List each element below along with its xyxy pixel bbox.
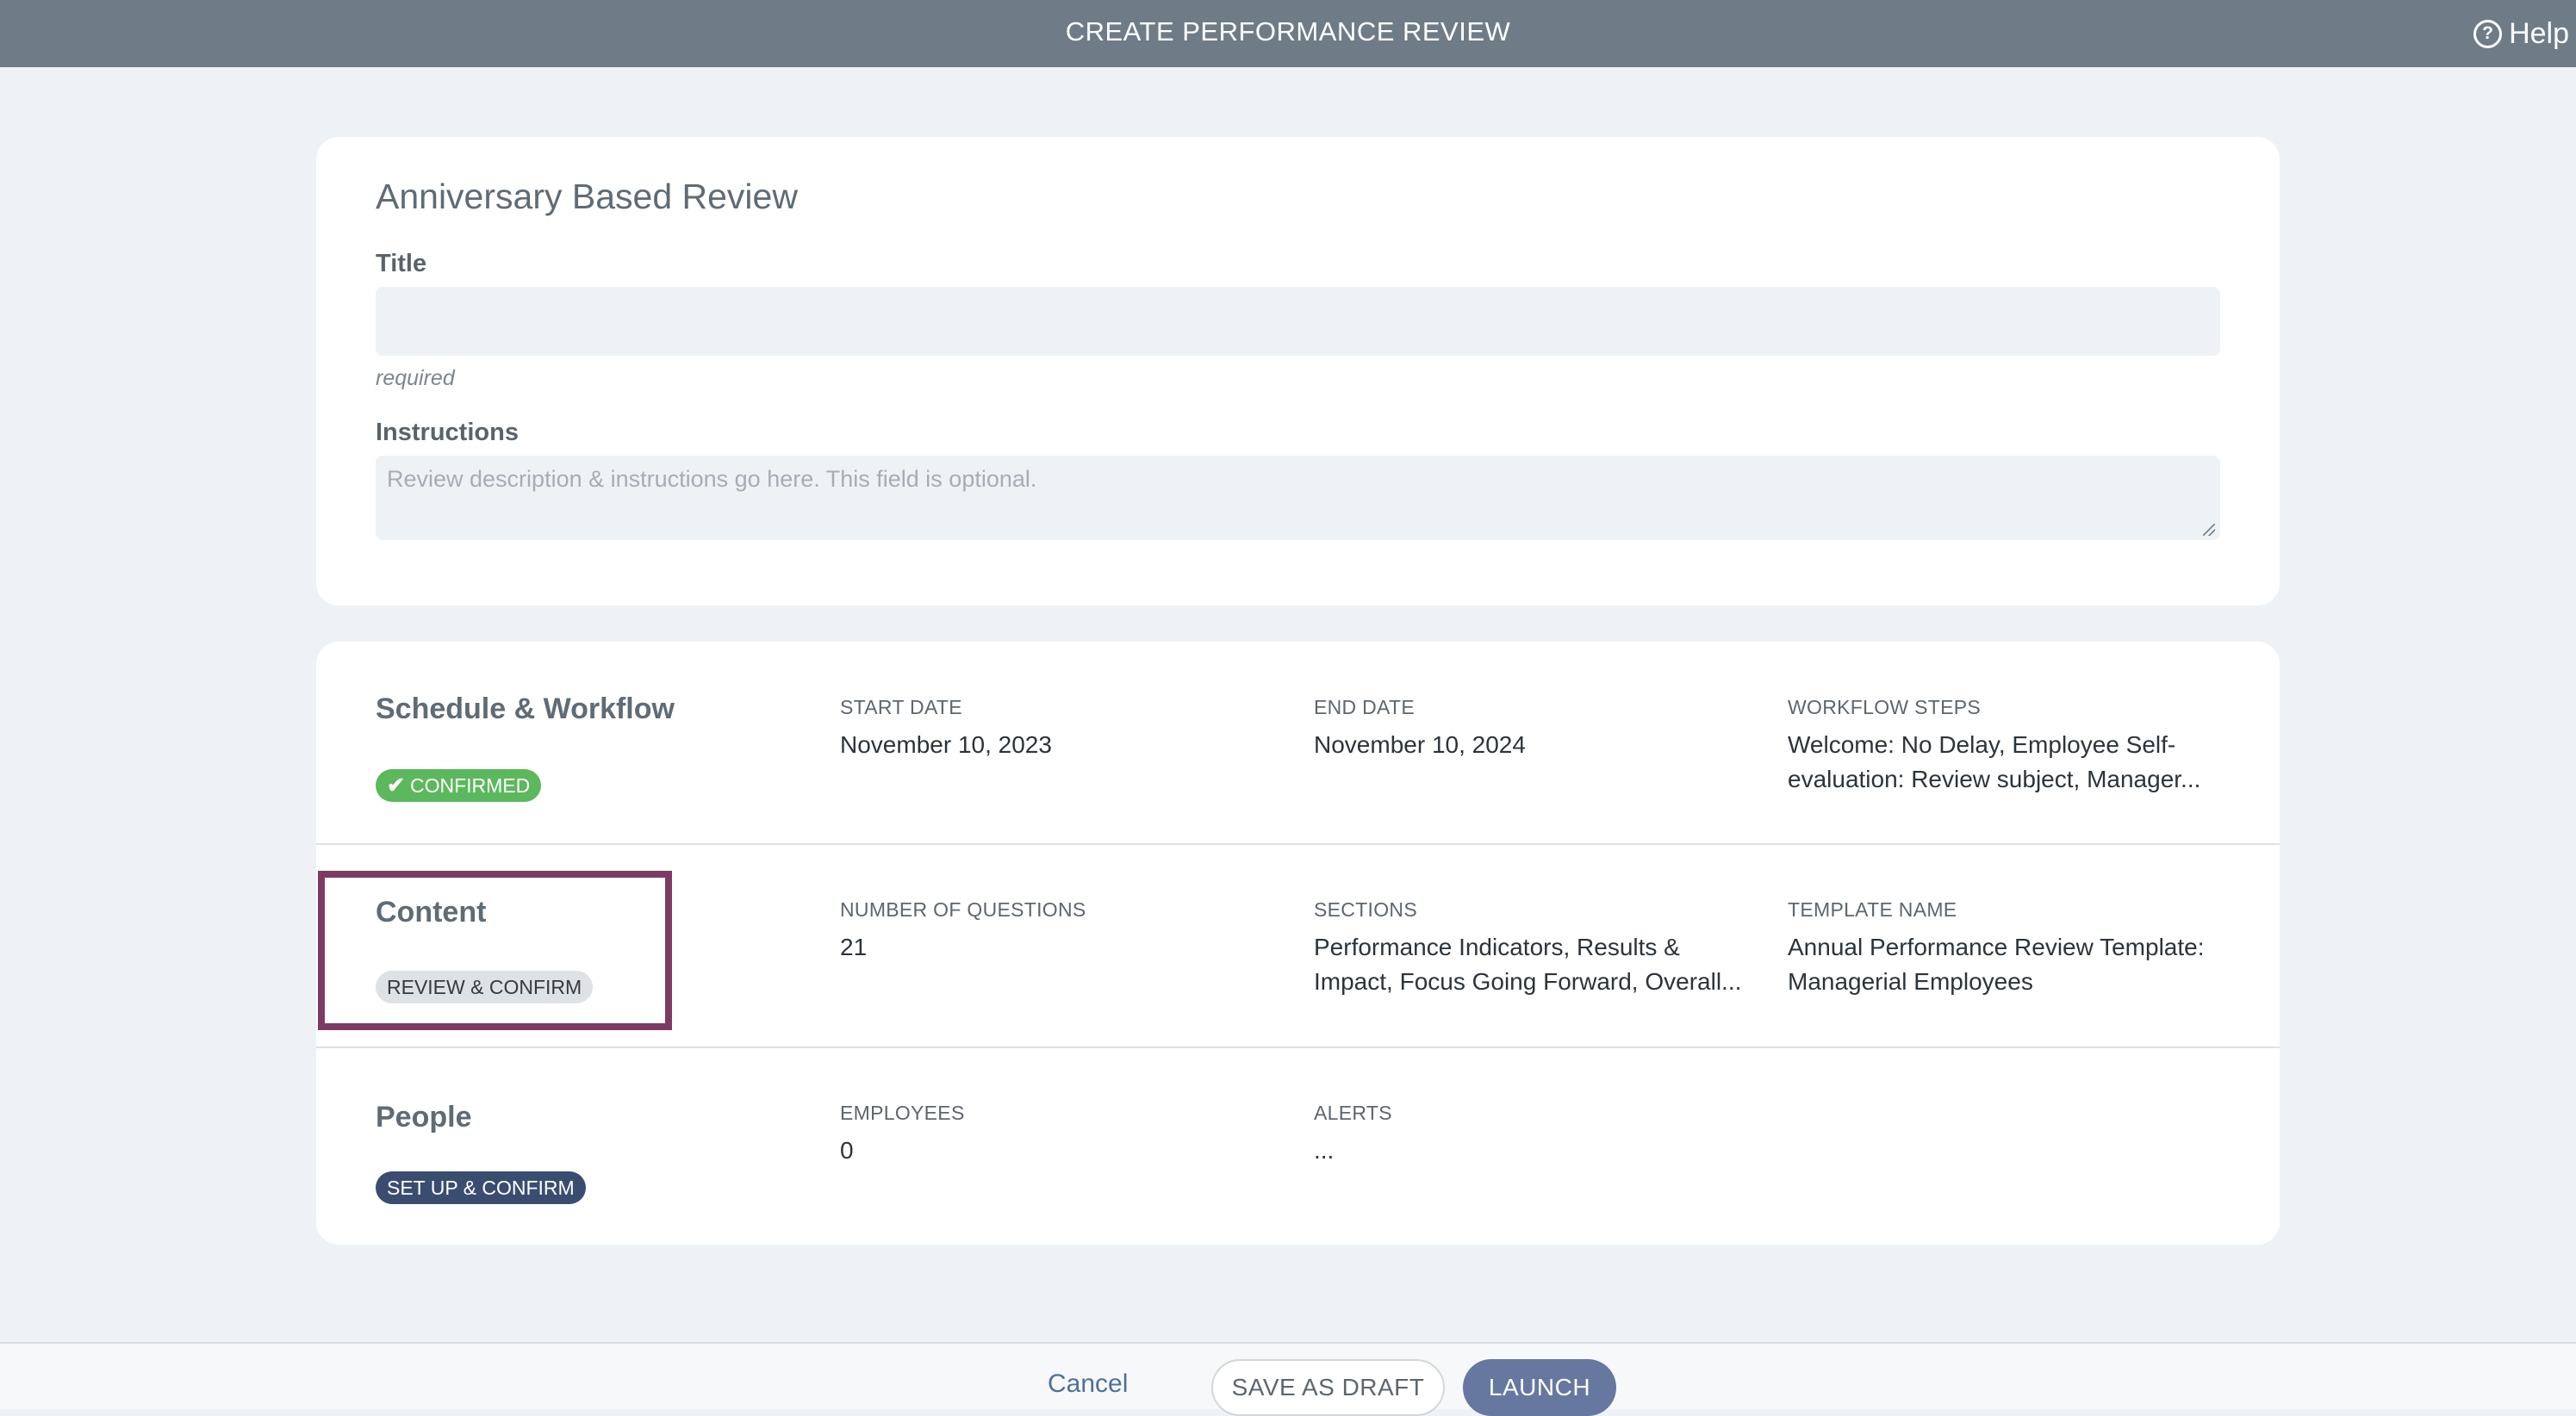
sections-line: Impact, Focus Going Forward, Overall... [1314, 968, 1742, 995]
content-highlight-box [318, 871, 672, 1030]
sections-value: Performance Indicators, Results & Impact… [1314, 930, 1762, 999]
resize-handle-icon[interactable] [2203, 524, 2215, 536]
workflow-steps-line: Welcome: No Delay, Employee Self- [1788, 731, 2176, 758]
review-details-card: Anniversary Based Review Title required … [316, 137, 2280, 606]
template-name-value: Annual Performance Review Template: Mana… [1788, 930, 2244, 999]
workflow-steps: WORKFLOW STEPS Welcome: No Delay, Employ… [1788, 696, 2244, 797]
check-icon: ✔ [387, 773, 405, 798]
sections-label: SECTIONS [1314, 898, 1417, 921]
employees-value: 0 [840, 1137, 854, 1164]
save-as-draft-button[interactable]: SAVE AS DRAFT [1211, 1359, 1445, 1416]
start-date-label: START DATE [840, 696, 962, 718]
questions-label: NUMBER OF QUESTIONS [840, 898, 1086, 921]
schedule-workflow-row[interactable]: Schedule & Workflow ✔ CONFIRMED START DA… [316, 642, 2280, 843]
cancel-link[interactable]: Cancel [1048, 1369, 1128, 1399]
title-input[interactable] [376, 287, 2220, 356]
page-title: CREATE PERFORMANCE REVIEW [1065, 16, 1511, 47]
question-circle-icon: ? [2473, 19, 2503, 48]
review-confirm-badge[interactable]: REVIEW & CONFIRM [376, 971, 594, 1003]
workflow-steps-value: Welcome: No Delay, Employee Self- evalua… [1788, 728, 2244, 797]
template-name-line: Annual Performance Review Template: [1788, 934, 2205, 960]
setup-confirm-badge[interactable]: SET UP & CONFIRM [376, 1171, 586, 1204]
instructions-label: Instructions [376, 419, 519, 446]
sections-info: SECTIONS Performance Indicators, Results… [1314, 898, 1762, 999]
launch-button[interactable]: LAUNCH [1463, 1359, 1616, 1416]
content-row[interactable]: Content REVIEW & CONFIRM NUMBER OF QUEST… [316, 843, 2280, 1048]
top-bar: CREATE PERFORMANCE REVIEW ? Help [0, 0, 2576, 67]
confirmed-badge-label: CONFIRMED [409, 773, 531, 797]
review-type-heading: Anniversary Based Review [376, 177, 798, 216]
people-row[interactable]: People SET UP & CONFIRM EMPLOYEES 0 ALER… [316, 1046, 2280, 1246]
help-button[interactable]: ? Help [2473, 12, 2569, 55]
questions-value: 21 [840, 934, 868, 960]
help-label: Help [2509, 16, 2569, 50]
alerts-value: ... [1314, 1137, 1335, 1164]
alerts-label: ALERTS [1314, 1102, 1392, 1124]
instructions-textarea[interactable]: Review description & instructions go her… [376, 456, 2220, 540]
end-date-value: November 10, 2024 [1314, 731, 1526, 758]
schedule-workflow-title: Schedule & Workflow [376, 692, 675, 725]
instructions-placeholder: Review description & instructions go her… [387, 466, 1037, 492]
start-date-value: November 10, 2023 [840, 731, 1052, 758]
workflow-steps-label: WORKFLOW STEPS [1788, 696, 1981, 718]
end-date: END DATE November 10, 2024 [1314, 696, 1762, 762]
workflow-steps-line: evaluation: Review subject, Manager... [1788, 766, 2201, 792]
end-date-label: END DATE [1314, 696, 1415, 718]
alerts-info: ALERTS ... [1314, 1102, 1762, 1168]
sections-line: Performance Indicators, Results & [1314, 934, 1680, 960]
start-date: START DATE November 10, 2023 [840, 696, 1288, 762]
number-of-questions: NUMBER OF QUESTIONS 21 [840, 898, 1288, 965]
template-name: TEMPLATE NAME Annual Performance Review … [1788, 898, 2244, 999]
content-title: Content [376, 896, 487, 928]
template-name-line: Managerial Employees [1788, 968, 2033, 995]
title-required-hint: required [376, 366, 455, 390]
confirmed-badge: ✔ CONFIRMED [376, 769, 542, 802]
review-sections-card: Schedule & Workflow ✔ CONFIRMED START DA… [316, 642, 2280, 1245]
employees-info: EMPLOYEES 0 [840, 1102, 1288, 1168]
template-name-label: TEMPLATE NAME [1788, 898, 1957, 921]
employees-label: EMPLOYEES [840, 1102, 965, 1124]
footer-actions: Cancel SAVE AS DRAFT LAUNCH [0, 1342, 2576, 1416]
people-title: People [376, 1101, 472, 1133]
title-label: Title [376, 250, 427, 277]
